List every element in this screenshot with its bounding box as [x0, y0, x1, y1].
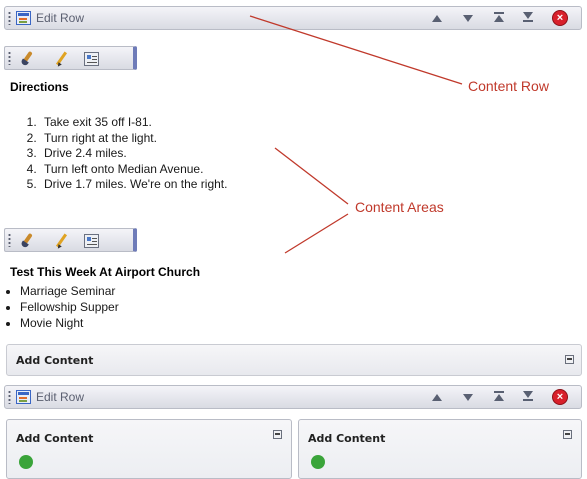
callout-line-content-areas-top: [274, 147, 349, 205]
annotation-content-row: Content Row: [468, 78, 549, 94]
callout-line-content-areas-bottom: [284, 213, 349, 254]
callout-line-content-row: [249, 15, 463, 85]
annotation-content-areas: Content Areas: [355, 199, 444, 215]
annotation-lines: [249, 15, 463, 254]
